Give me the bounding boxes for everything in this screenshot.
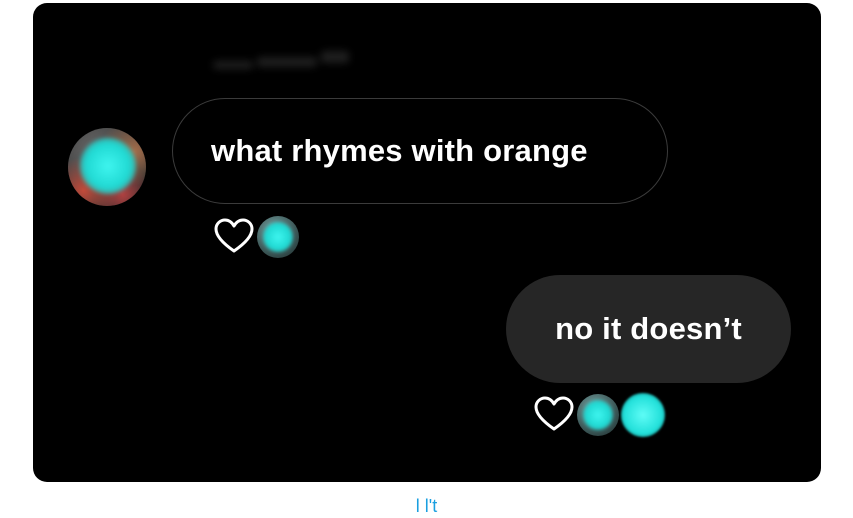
avatar-redaction-blur xyxy=(263,222,293,252)
reactor-avatar[interactable] xyxy=(577,394,619,436)
incoming-message-text: what rhymes with orange xyxy=(211,133,588,168)
avatar-redaction-blur xyxy=(583,400,613,430)
heart-icon[interactable] xyxy=(213,216,255,258)
outgoing-message-text: no it doesn’t xyxy=(555,311,742,346)
avatar-redaction-blur xyxy=(621,393,665,437)
chat-screenshot: what rhymes with orange no it doesn’t xyxy=(33,3,821,482)
sender-name-blurred xyxy=(213,47,373,73)
incoming-message-bubble[interactable]: what rhymes with orange xyxy=(172,98,668,204)
outgoing-reactions[interactable] xyxy=(533,393,665,437)
incoming-reactions[interactable] xyxy=(213,216,299,258)
reactor-avatar[interactable] xyxy=(621,393,665,437)
outgoing-message-bubble[interactable]: no it doesn’t xyxy=(506,275,791,383)
reactor-avatar[interactable] xyxy=(257,216,299,258)
avatar-redaction-blur xyxy=(80,138,136,194)
heart-icon[interactable] xyxy=(533,394,575,436)
sender-avatar[interactable] xyxy=(68,128,146,206)
caption-link[interactable]: l l't xyxy=(0,494,853,518)
